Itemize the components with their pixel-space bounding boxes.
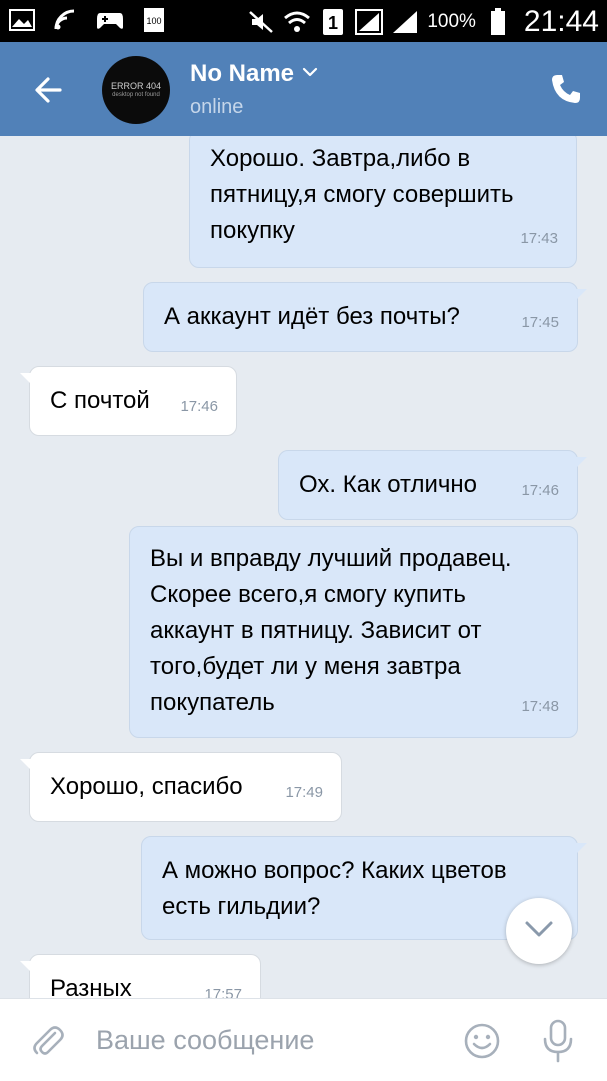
chevron-down-icon (524, 920, 554, 943)
wifi-signal-icon (283, 9, 311, 35)
message-time: 17:46 (180, 398, 218, 415)
message-time: 17:48 (521, 698, 559, 715)
message-composer: Ваше сообщение (0, 998, 607, 1081)
contact-name: No Name (190, 60, 295, 87)
paperclip-icon[interactable] (28, 1021, 68, 1061)
message-text-line: Вы и вправду лучший продавец. (150, 545, 512, 572)
clock: 21:44 (523, 5, 599, 38)
bubble-tail (575, 289, 587, 301)
message-time: 17:49 (285, 784, 323, 801)
sim-number: 1 (328, 13, 338, 33)
message-time: 17:46 (521, 482, 559, 499)
badge-icon: 100 (140, 7, 168, 33)
message-incoming[interactable]: Разных 17:57 (20, 954, 261, 998)
avatar-subtext: desktop not found (112, 91, 160, 98)
back-arrow-icon[interactable] (30, 72, 66, 108)
message-text: Ох. Как отлично (299, 471, 478, 498)
message-incoming[interactable]: Хорошо, спасибо 17:49 (20, 752, 342, 822)
message-text-line: А можно вопрос? Каких цветов (162, 857, 507, 884)
contact-status: online (190, 96, 244, 118)
message-outgoing[interactable]: Ох. Как отлично 17:46 (278, 450, 587, 520)
signal-icon (355, 9, 384, 35)
microphone-icon[interactable] (540, 1019, 576, 1063)
gamepad-icon (96, 7, 124, 33)
chevron-down-icon (302, 65, 318, 83)
message-text-line: Скорее всего,я смогу купить (150, 581, 466, 608)
bubble-tail (20, 373, 32, 385)
message-time: 17:43 (520, 230, 558, 247)
message-text-line: пятницу,я смогу совершить (210, 181, 514, 208)
message-time: 17:45 (521, 314, 559, 331)
phone-icon[interactable] (549, 72, 583, 106)
battery-percent: 100% (427, 11, 476, 32)
status-right-icons: 1 100% 21:44 (247, 5, 599, 39)
message-text: Разных (50, 975, 132, 998)
signal-strength-icon (391, 9, 419, 35)
scroll-to-bottom-button[interactable] (506, 898, 572, 964)
message-outgoing[interactable]: Вы и вправду лучший продавец. Скорее все… (129, 526, 578, 738)
bubble-tail (575, 457, 587, 469)
mute-icon (247, 9, 275, 35)
message-text: А аккаунт идёт без почты? (164, 303, 460, 330)
bubble-tail (575, 843, 587, 855)
battery-icon (484, 8, 512, 35)
avatar-text: ERROR 404 (110, 80, 162, 91)
message-text: С почтой (50, 387, 150, 414)
status-badge-text: 100 (146, 16, 161, 26)
message-input[interactable]: Ваше сообщение (96, 1025, 314, 1056)
avatar[interactable]: ERROR 404 desktop not found (102, 56, 170, 124)
contact-name-row[interactable]: No Name (190, 60, 318, 88)
gallery-icon (8, 7, 36, 33)
chat-header: ERROR 404 desktop not found No Name onli… (0, 42, 607, 136)
status-left-icons: 100 (8, 7, 168, 33)
message-text: Хорошо, спасибо (50, 773, 243, 800)
message-text-line: есть гильдии? (162, 893, 321, 920)
message-outgoing[interactable]: А аккаунт идёт без почты? 17:45 (143, 282, 587, 352)
message-text-line: покупатель (150, 689, 275, 716)
bubble-tail (20, 961, 32, 973)
wifi-icon (52, 7, 80, 33)
message-text-line: аккаунт в пятницу. Зависит от (150, 617, 482, 644)
message-text-line: Хорошо. Завтра,либо в (210, 145, 471, 172)
message-time: 17:57 (204, 986, 242, 998)
message-text-line: того,будет ли у меня завтра (150, 653, 461, 680)
sim-icon: 1 (319, 9, 347, 35)
message-incoming[interactable]: С почтой 17:46 (20, 366, 237, 436)
message-text-line: покупку (210, 217, 295, 244)
emoji-icon[interactable] (462, 1021, 502, 1061)
message-outgoing[interactable]: Хорошо. Завтра,либо в пятницу,я смогу со… (189, 136, 577, 268)
message-list[interactable]: Хорошо. Завтра,либо в пятницу,я смогу со… (0, 136, 607, 998)
status-bar: 100 1 100% 21:44 (0, 0, 607, 42)
bubble-tail (20, 759, 32, 771)
